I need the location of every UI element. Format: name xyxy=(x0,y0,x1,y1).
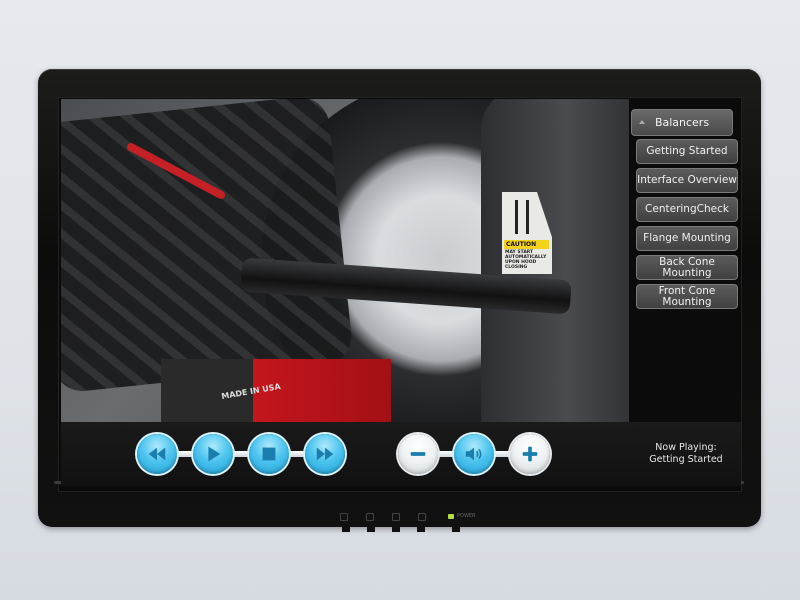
menu-item-front-cone-mounting[interactable]: Front Cone Mounting xyxy=(636,284,738,309)
fast-forward-button[interactable] xyxy=(305,434,345,474)
video-machine-body: MADE IN USA xyxy=(161,359,391,429)
fast-forward-icon xyxy=(316,447,334,461)
power-label[interactable]: POWER xyxy=(457,513,476,519)
now-playing-label: Now Playing: xyxy=(655,442,717,453)
chapter-menu: Balancers Getting Started Interface Over… xyxy=(629,99,741,422)
hw-up-button[interactable] xyxy=(392,513,400,521)
caution-label: CAUTION xyxy=(504,240,549,249)
monitor-foot xyxy=(392,527,400,532)
rewind-icon xyxy=(148,447,166,461)
play-button[interactable] xyxy=(193,434,233,474)
menu-item-label: Interface Overview xyxy=(637,174,737,186)
monitor-foot xyxy=(452,527,460,532)
volume-controls xyxy=(398,434,552,474)
now-playing-title: Getting Started xyxy=(649,454,723,465)
speaker-icon xyxy=(465,447,482,461)
monitor-foot xyxy=(367,527,375,532)
monitor-foot xyxy=(342,527,350,532)
volume-down-icon xyxy=(410,452,426,456)
caret-up-icon xyxy=(639,120,645,124)
control-bar: Now Playing: Getting Started xyxy=(61,422,741,486)
volume-up-icon xyxy=(522,446,538,462)
menu-item-label: Flange Mounting xyxy=(643,232,731,244)
hw-menu-button[interactable] xyxy=(340,513,348,521)
menu-item-getting-started[interactable]: Getting Started xyxy=(636,139,738,164)
menu-header-label: Balancers xyxy=(654,116,710,129)
playback-controls xyxy=(137,434,347,474)
volume-down-button[interactable] xyxy=(398,434,438,474)
menu-item-back-cone-mounting[interactable]: Back Cone Mounting xyxy=(636,255,738,280)
menu-item-label: Front Cone Mounting xyxy=(658,284,716,308)
hw-source-button[interactable] xyxy=(418,513,426,521)
caution-note: MAY START AUTOMATICALLY UPON HOOD CLOSIN… xyxy=(505,250,547,270)
power-led-icon xyxy=(448,514,454,519)
menu-item-label: CenteringCheck xyxy=(645,203,729,215)
kiosk-screen: MADE IN USA CAUTION MAY START AUTOMATICA… xyxy=(61,99,741,486)
made-in-usa-label: MADE IN USA xyxy=(220,381,282,402)
mute-button[interactable] xyxy=(454,434,494,474)
menu-item-flange-mounting[interactable]: Flange Mounting xyxy=(636,226,738,251)
hw-down-button[interactable] xyxy=(366,513,374,521)
monitor-foot xyxy=(417,527,425,532)
stop-icon xyxy=(262,447,276,461)
menu-item-label: Back Cone Mounting xyxy=(659,255,715,279)
menu-item-label: Getting Started xyxy=(646,145,728,157)
volume-up-button[interactable] xyxy=(510,434,550,474)
video-tray xyxy=(61,99,355,394)
hardware-buttons: POWER xyxy=(335,513,485,525)
menu-header-balancers[interactable]: Balancers xyxy=(631,109,733,136)
play-icon xyxy=(208,446,221,462)
menu-item-interface-overview[interactable]: Interface Overview xyxy=(636,168,738,193)
now-playing: Now Playing: Getting Started xyxy=(631,442,741,466)
stop-button[interactable] xyxy=(249,434,289,474)
menu-item-centering-check[interactable]: CenteringCheck xyxy=(636,197,738,222)
rewind-button[interactable] xyxy=(137,434,177,474)
warning-figure-icon xyxy=(515,200,529,234)
button-connector xyxy=(157,451,327,457)
video-frame[interactable]: MADE IN USA CAUTION MAY START AUTOMATICA… xyxy=(61,99,651,439)
